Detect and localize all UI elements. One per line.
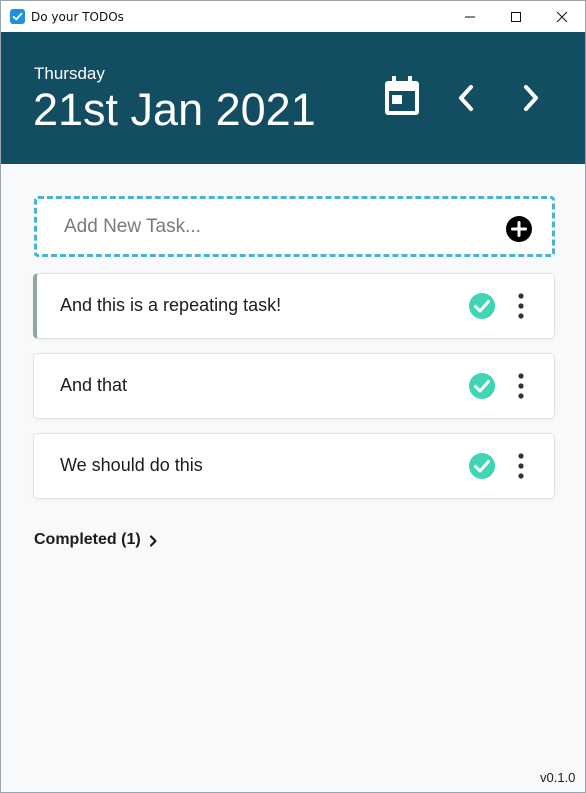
minimize-button[interactable] [447, 1, 493, 32]
previous-day-button[interactable] [452, 82, 480, 114]
task-card[interactable]: And that [33, 353, 555, 419]
completed-label: Completed (1) [34, 531, 141, 548]
close-button[interactable] [539, 1, 585, 32]
version-label: v0.1.0 [540, 770, 576, 785]
task-card-repeating[interactable]: And this is a repeating task! [33, 273, 555, 339]
calendar-icon [385, 76, 419, 115]
date-header: Thursday 21st Jan 2021 [1, 32, 585, 164]
task-text: And that [60, 375, 128, 395]
complete-task-button[interactable] [468, 292, 496, 320]
chevron-left-icon [459, 85, 473, 111]
task-text: And this is a repeating task! [60, 295, 282, 315]
task-menu-button[interactable] [513, 291, 529, 321]
add-task-button[interactable] [505, 215, 533, 243]
add-task-input[interactable] [64, 213, 484, 241]
more-vertical-icon [518, 453, 524, 479]
next-day-button[interactable] [517, 82, 545, 114]
task-menu-button[interactable] [513, 371, 529, 401]
minimize-icon [465, 16, 475, 18]
add-task-box [34, 196, 555, 257]
task-menu-button[interactable] [513, 451, 529, 481]
task-text: We should do this [60, 455, 203, 475]
plus-circle-icon [506, 216, 532, 242]
chevron-right-icon [524, 85, 538, 111]
window-title: Do your TODOs [31, 10, 124, 24]
maximize-button[interactable] [493, 1, 539, 32]
close-icon [556, 11, 568, 23]
calendar-button[interactable] [382, 74, 422, 118]
check-circle-icon [469, 373, 495, 399]
app-checkbox-icon [10, 9, 25, 24]
complete-task-button[interactable] [468, 452, 496, 480]
day-name: Thursday [34, 64, 105, 83]
check-circle-icon [469, 293, 495, 319]
complete-task-button[interactable] [468, 372, 496, 400]
chevron-right-icon [149, 535, 157, 547]
app-window: Do your TODOs Thursday 21st Jan 2021 Add… [0, 0, 586, 793]
check-circle-icon [469, 453, 495, 479]
date-title: 21st Jan 2021 [33, 84, 316, 135]
title-bar[interactable]: Do your TODOs [1, 1, 585, 32]
more-vertical-icon [518, 373, 524, 399]
more-vertical-icon [518, 293, 524, 319]
maximize-icon [511, 12, 521, 22]
task-card[interactable]: We should do this [33, 433, 555, 499]
